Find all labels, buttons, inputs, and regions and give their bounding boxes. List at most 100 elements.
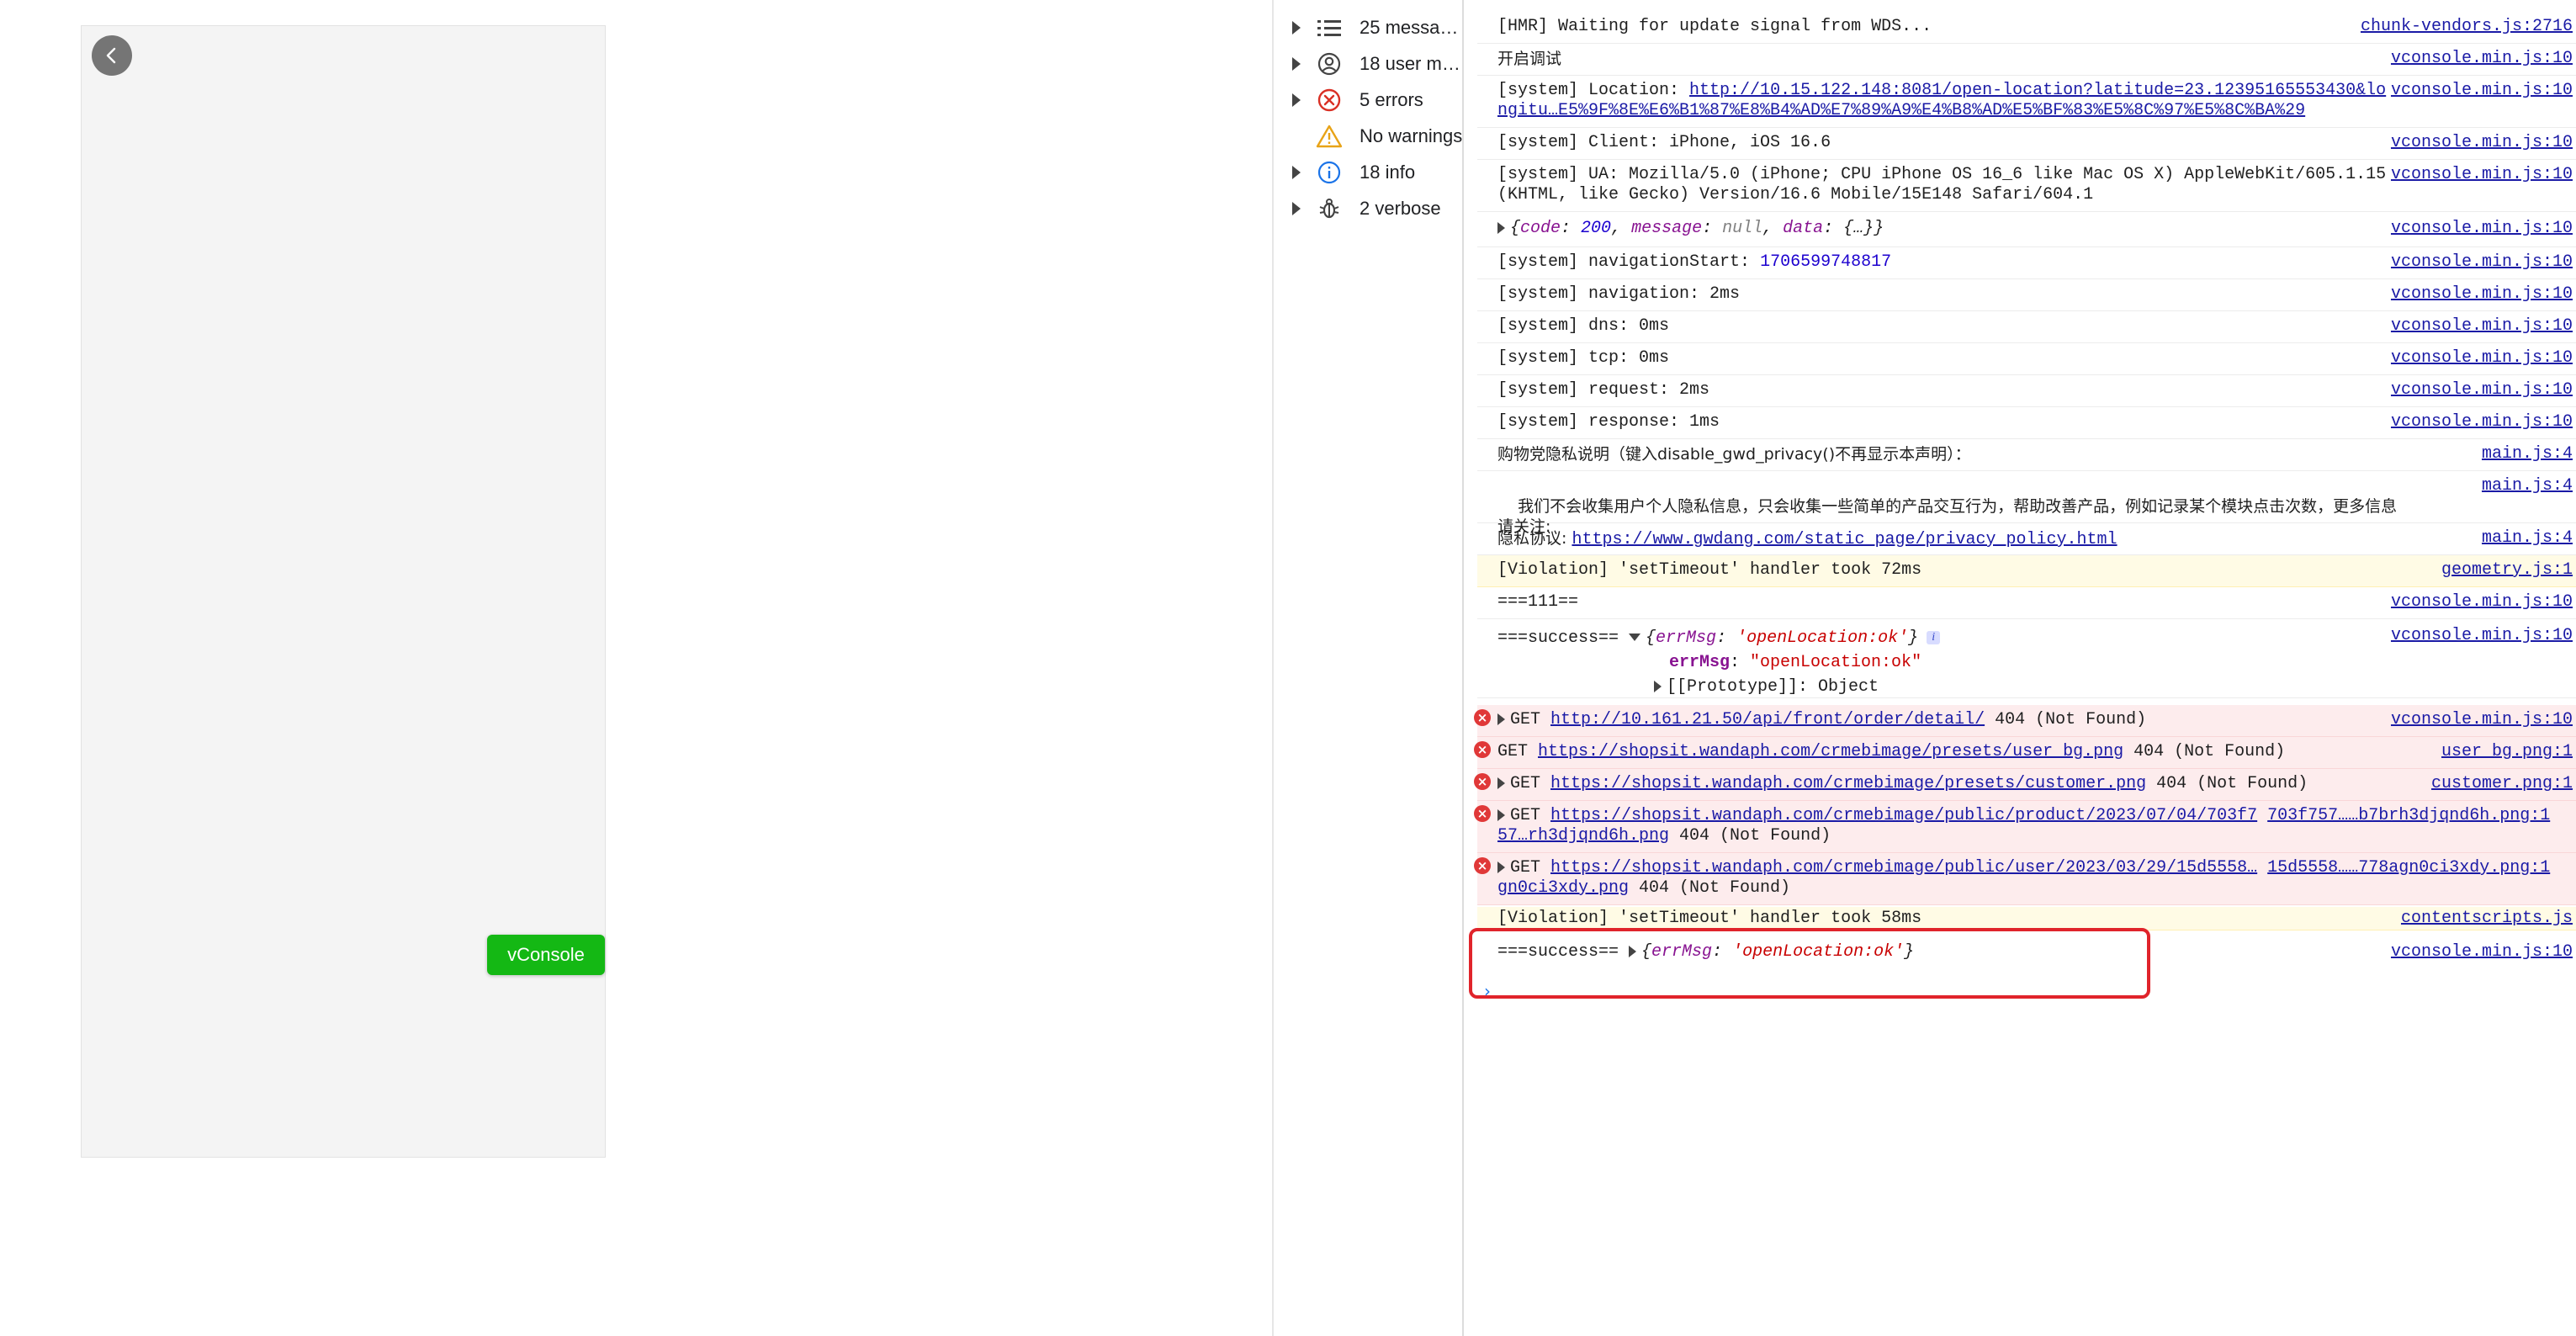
sidebar-item-info[interactable]: 18 info — [1274, 155, 1464, 190]
object-key: errMsg — [1656, 628, 1717, 648]
request-url[interactable]: https://shopsit.wandaph.com/crmebimage/p… — [1550, 806, 2257, 825]
chevron-left-icon — [106, 47, 116, 64]
source-link[interactable]: vconsole.min.js:10 — [2386, 316, 2573, 337]
error-row[interactable]: × GET https://shopsit.wandaph.com/crmebi… — [1474, 769, 2576, 801]
source-link[interactable]: geometry.js:1 — [2436, 560, 2573, 581]
error-icon — [1316, 87, 1343, 113]
error-icon: × — [1474, 857, 1491, 874]
expand-triangle-icon[interactable] — [1497, 808, 1505, 821]
info-badge-icon[interactable]: i — [1927, 630, 1941, 644]
warning-icon — [1316, 124, 1343, 149]
log-prefix: 隐私协议: — [1497, 529, 1572, 548]
request-url-continued[interactable]: 57…rh3djqnd6h.png — [1497, 826, 1669, 846]
sidebar-item-errors[interactable]: 5 errors — [1274, 82, 1464, 118]
log-text: GET https://shopsit.wandaph.com/crmebima… — [1497, 806, 2576, 846]
source-link[interactable]: main.js:4 — [2477, 476, 2573, 496]
expand-triangle-icon[interactable] — [1497, 777, 1505, 789]
sidebar-item-label: 18 info — [1360, 162, 1416, 183]
expand-triangle-icon[interactable] — [1497, 221, 1505, 234]
request-url[interactable]: http://10.161.21.50/api/front/order/deta… — [1550, 710, 1985, 729]
vconsole-button[interactable]: vConsole — [487, 935, 605, 975]
log-text: [Violation] 'setTimeout' handler took 72… — [1497, 560, 1922, 580]
list-icon — [1316, 15, 1343, 40]
source-link[interactable]: user_bg.png:1 — [2436, 742, 2573, 762]
log-row-object-expanded[interactable]: ===success== {errMsg: 'openLocation:ok'}… — [1477, 619, 2576, 698]
source-link[interactable]: vconsole.min.js:10 — [2386, 165, 2573, 185]
object-value: "openLocation:ok" — [1750, 653, 1922, 672]
source-link[interactable]: vconsole.min.js:10 — [2385, 710, 2573, 730]
sidebar-item-warnings[interactable]: No warnings — [1274, 119, 1464, 154]
expand-arrow-icon[interactable] — [1292, 93, 1301, 107]
source-link[interactable]: main.js:4 — [2477, 528, 2573, 549]
request-url[interactable]: https://shopsit.wandaph.com/crmebimage/p… — [1550, 774, 2146, 793]
http-method: GET — [1510, 858, 1551, 877]
bug-icon — [1316, 196, 1343, 221]
source-link[interactable]: vconsole.min.js:10 — [2386, 412, 2573, 432]
expand-triangle-icon[interactable] — [1497, 861, 1505, 873]
log-row: 我们不会收集用户个人隐私信息，只会收集一些简单的产品交互行为，帮助改善产品，例如… — [1477, 471, 2576, 536]
source-link[interactable]: vconsole.min.js:10 — [2386, 49, 2573, 69]
privacy-policy-link[interactable]: https://www.gwdang.com/static_page/priva… — [1572, 530, 2117, 549]
source-link[interactable]: chunk-vendors.js:2716 — [2356, 17, 2573, 37]
object-key: message — [1631, 219, 1703, 238]
brace: } — [1874, 219, 1884, 238]
source-link[interactable]: main.js:4 — [2477, 444, 2573, 464]
source-link[interactable]: vconsole.min.js:10 — [2386, 380, 2573, 400]
expand-arrow-icon[interactable] — [1292, 57, 1301, 71]
error-row[interactable]: × GET https://shopsit.wandaph.com/crmebi… — [1474, 801, 2576, 853]
log-line: 我们不会收集用户个人隐私信息，只会收集一些简单的产品交互行为，帮助改善产品，例如… — [1497, 497, 2398, 516]
request-url-continued[interactable]: gn0ci3xdy.png — [1497, 878, 1629, 898]
source-link[interactable]: vconsole.min.js:10 — [2386, 252, 2573, 273]
phone-preview: vConsole — [81, 25, 606, 1158]
expand-arrow-icon[interactable] — [1292, 166, 1301, 179]
log-text: 购物党隐私说明（键入disable_gwd_privacy()不再显示本声明）： — [1497, 445, 1971, 464]
source-link[interactable]: vconsole.min.js:10 — [2386, 219, 2573, 239]
request-url[interactable]: https://shopsit.wandaph.com/crmebimage/p… — [1538, 742, 2123, 761]
source-link[interactable]: vconsole.min.js:10 — [2386, 592, 2573, 612]
log-line: (KHTML, like Gecko) Version/16.6 Mobile/… — [1497, 185, 2094, 204]
log-row: [system] tcp: 0ms vconsole.min.js:10 — [1477, 343, 2576, 375]
source-link[interactable]: vconsole.min.js:10 — [2386, 942, 2573, 962]
source-link[interactable]: customer.png:1 — [2425, 774, 2573, 794]
source-link[interactable]: vconsole.min.js:10 — [2386, 81, 2573, 101]
location-link-continued[interactable]: ngitu…E5%9F%8E%E6%B1%87%E8%B4%AD%E7%89%A… — [1497, 101, 2305, 120]
prototype-entry[interactable]: [[Prototype]]: Object — [1667, 677, 1879, 697]
expand-triangle-icon[interactable] — [1654, 680, 1662, 692]
log-row: 购物党隐私说明（键入disable_gwd_privacy()不再显示本声明）：… — [1477, 439, 2576, 471]
request-url-short[interactable]: 15d5558……778agn0ci3xdy.png:1 — [2267, 858, 2550, 877]
log-row: [HMR] Waiting for update signal from WDS… — [1477, 12, 2576, 44]
sidebar-item-label: 18 user m… — [1360, 53, 1460, 74]
violation-row: [Violation] 'setTimeout' handler took 58… — [1477, 907, 2576, 930]
error-row[interactable]: × GET http://10.161.21.50/api/front/orde… — [1474, 705, 2576, 737]
sidebar-item-label: No warnings — [1360, 125, 1462, 146]
sidebar-item-user-messages[interactable]: 18 user m… — [1274, 46, 1464, 82]
sidebar-item-label: 25 messa… — [1360, 17, 1459, 38]
log-text: GET https://shopsit.wandaph.com/crmebima… — [1497, 774, 2576, 794]
error-icon: × — [1474, 709, 1491, 726]
source-link[interactable]: vconsole.min.js:10 — [2386, 348, 2573, 368]
location-link[interactable]: http://10.15.122.148:8081/open-location?… — [1689, 81, 2386, 100]
log-row-object[interactable]: {code: 200, message: null, data: {…}} vc… — [1477, 212, 2576, 247]
error-row[interactable]: × GET https://shopsit.wandaph.com/crmebi… — [1474, 853, 2576, 905]
source-link[interactable]: contentscripts.js — [2395, 909, 2573, 929]
expand-arrow-icon[interactable] — [1292, 21, 1301, 34]
request-url-short[interactable]: 703f757……b7brh3djqnd6h.png:1 — [2267, 806, 2550, 825]
source-link[interactable]: vconsole.min.js:10 — [2386, 133, 2573, 153]
sidebar-item-messages[interactable]: 25 messa… — [1274, 10, 1464, 45]
http-method: GET — [1510, 806, 1551, 825]
error-row[interactable]: × GET https://shopsit.wandaph.com/crmebi… — [1474, 737, 2576, 769]
sidebar-item-verbose[interactable]: 2 verbose — [1274, 191, 1464, 226]
http-method: GET — [1510, 774, 1551, 793]
expand-triangle-icon[interactable] — [1497, 713, 1505, 725]
console-prompt[interactable]: › — [1484, 981, 1491, 1001]
collapse-triangle-icon[interactable] — [1629, 634, 1641, 642]
object-key: data — [1783, 219, 1824, 238]
user-icon — [1316, 51, 1343, 77]
log-prefix: [system] Location: — [1497, 81, 1690, 100]
source-link[interactable]: vconsole.min.js:10 — [2386, 626, 2573, 646]
log-prefix: ===success== — [1497, 628, 1630, 648]
expand-arrow-icon[interactable] — [1292, 202, 1301, 215]
back-button[interactable] — [92, 35, 132, 76]
source-link[interactable]: vconsole.min.js:10 — [2386, 284, 2573, 305]
request-url[interactable]: https://shopsit.wandaph.com/crmebimage/p… — [1550, 858, 2257, 877]
